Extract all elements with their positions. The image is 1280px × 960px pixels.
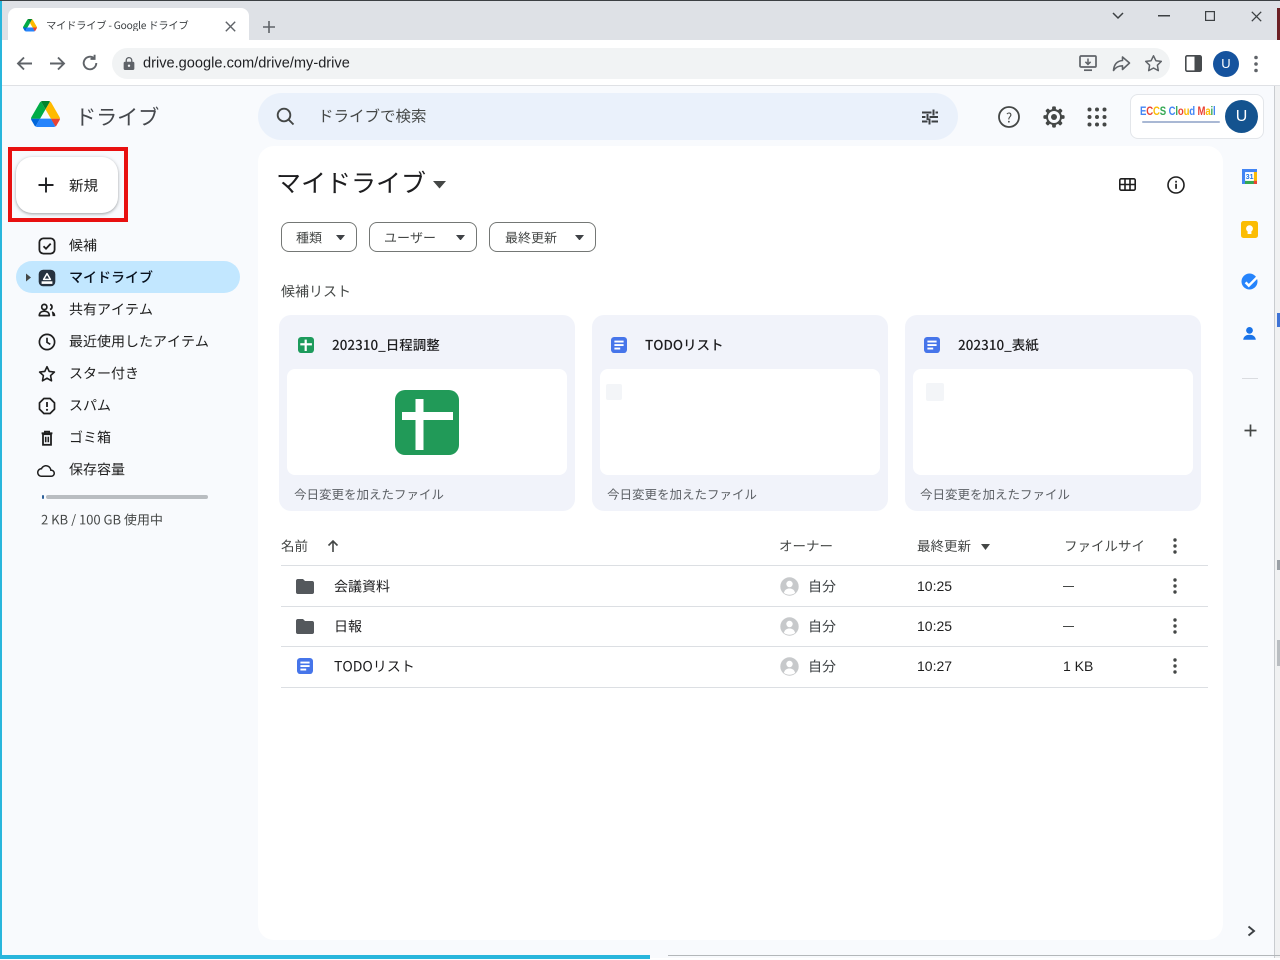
svg-text:31: 31 — [1246, 174, 1254, 181]
